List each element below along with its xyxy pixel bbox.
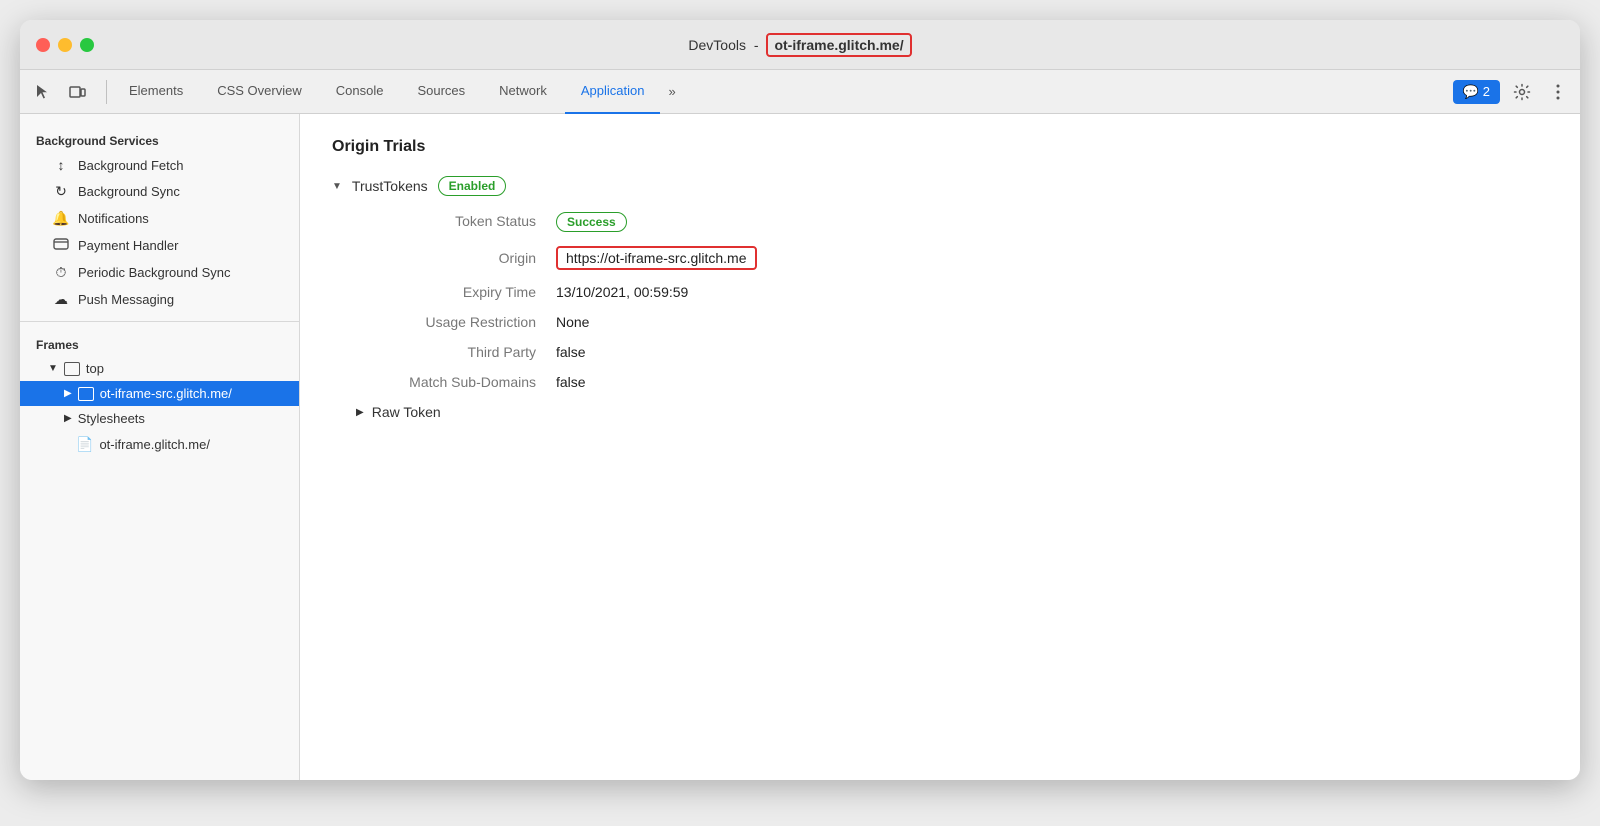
frame-ot-arrow: ▶ xyxy=(64,388,72,399)
tab-sources[interactable]: Sources xyxy=(401,70,481,114)
sidebar-item-background-fetch[interactable]: ↕ Background Fetch xyxy=(20,152,299,178)
frame-top[interactable]: ▼ top xyxy=(20,356,299,381)
close-button[interactable] xyxy=(36,38,50,52)
sidebar-item-label: Background Fetch xyxy=(78,158,184,173)
messages-button[interactable]: 💬 2 xyxy=(1453,80,1500,104)
sidebar-divider xyxy=(20,321,299,322)
third-party-label: Third Party xyxy=(356,344,556,360)
tab-network[interactable]: Network xyxy=(483,70,563,114)
device-tool-button[interactable] xyxy=(62,77,92,107)
periodic-sync-icon: ⏱ xyxy=(52,264,70,281)
sidebar-item-payment-handler[interactable]: Payment Handler xyxy=(20,232,299,259)
sidebar-item-label: Push Messaging xyxy=(78,292,174,307)
toolbar-right: 💬 2 xyxy=(1453,78,1572,106)
frame-doc-label: ot-iframe.glitch.me/ xyxy=(99,437,210,452)
payment-handler-icon xyxy=(52,237,70,254)
third-party-value: false xyxy=(556,344,586,360)
app-name: DevTools xyxy=(688,37,746,53)
main-content: Background Services ↕ Background Fetch ↻… xyxy=(20,114,1580,780)
frame-top-arrow: ▼ xyxy=(48,363,58,374)
message-icon: 💬 xyxy=(1463,84,1479,100)
frame-stylesheets-arrow: ▶ xyxy=(64,413,72,424)
sidebar: Background Services ↕ Background Fetch ↻… xyxy=(20,114,300,780)
frames-title: Frames xyxy=(20,330,299,356)
url-highlight: ot-iframe.glitch.me/ xyxy=(766,33,911,57)
raw-token-label: Raw Token xyxy=(372,404,441,420)
enabled-badge: Enabled xyxy=(438,176,507,196)
tab-console[interactable]: Console xyxy=(320,70,400,114)
page-title: Origin Trials xyxy=(332,138,1548,156)
more-options-button[interactable] xyxy=(1544,78,1572,106)
frame-top-label: top xyxy=(86,361,104,376)
frame-ot-icon xyxy=(78,387,94,401)
tab-css-overview[interactable]: CSS Overview xyxy=(201,70,318,114)
message-count: 2 xyxy=(1483,84,1490,99)
sidebar-item-label: Periodic Background Sync xyxy=(78,265,230,280)
background-sync-icon: ↻ xyxy=(52,183,70,200)
cursor-tool-button[interactable] xyxy=(28,77,58,107)
settings-button[interactable] xyxy=(1508,78,1536,106)
tab-application[interactable]: Application xyxy=(565,70,661,114)
background-fetch-icon: ↕ xyxy=(52,157,70,173)
expiry-time-row: Expiry Time 13/10/2021, 00:59:59 xyxy=(356,284,1548,300)
detail-table: Token Status Success Origin https://ot-i… xyxy=(356,212,1548,390)
sidebar-item-periodic-background-sync[interactable]: ⏱ Periodic Background Sync xyxy=(20,259,299,286)
token-status-label: Token Status xyxy=(356,213,556,229)
toolbar: Elements CSS Overview Console Sources Ne… xyxy=(20,70,1580,114)
origin-row: Origin https://ot-iframe-src.glitch.me xyxy=(356,246,1548,270)
sidebar-item-background-sync[interactable]: ↻ Background Sync xyxy=(20,178,299,205)
window-title: DevTools - ot-iframe.glitch.me/ xyxy=(688,33,911,57)
usage-restriction-value: None xyxy=(556,314,589,330)
match-subdomains-label: Match Sub-Domains xyxy=(356,374,556,390)
origin-label: Origin xyxy=(356,250,556,266)
toolbar-icons xyxy=(28,77,92,107)
notifications-icon: 🔔 xyxy=(52,210,70,227)
expiry-time-label: Expiry Time xyxy=(356,284,556,300)
sidebar-item-label: Payment Handler xyxy=(78,238,178,253)
toolbar-tabs: Elements CSS Overview Console Sources Ne… xyxy=(113,70,1453,114)
background-services-title: Background Services xyxy=(20,126,299,152)
sidebar-item-label: Notifications xyxy=(78,211,149,226)
match-subdomains-value: false xyxy=(556,374,586,390)
raw-token-arrow[interactable]: ▶ xyxy=(356,407,364,418)
origin-value: https://ot-iframe-src.glitch.me xyxy=(556,246,757,270)
minimize-button[interactable] xyxy=(58,38,72,52)
push-messaging-icon: ☁ xyxy=(52,291,70,308)
sidebar-item-push-messaging[interactable]: ☁ Push Messaging xyxy=(20,286,299,313)
sidebar-item-notifications[interactable]: 🔔 Notifications xyxy=(20,205,299,232)
usage-restriction-row: Usage Restriction None xyxy=(356,314,1548,330)
section-collapse-arrow[interactable]: ▼ xyxy=(332,181,342,192)
section-header: ▼ TrustTokens Enabled xyxy=(332,176,1548,196)
usage-restriction-label: Usage Restriction xyxy=(356,314,556,330)
frame-stylesheets-label: Stylesheets xyxy=(78,411,145,426)
token-status-row: Token Status Success xyxy=(356,212,1548,232)
maximize-button[interactable] xyxy=(80,38,94,52)
raw-token-row: ▶ Raw Token xyxy=(356,404,1548,420)
frame-top-icon xyxy=(64,362,80,376)
doc-icon: 📄 xyxy=(76,436,93,453)
token-status-value: Success xyxy=(556,212,627,232)
third-party-row: Third Party false xyxy=(356,344,1548,360)
frame-ot-label: ot-iframe-src.glitch.me/ xyxy=(100,386,232,401)
section-name: TrustTokens xyxy=(352,178,428,194)
frame-stylesheets[interactable]: ▶ Stylesheets xyxy=(20,406,299,431)
expiry-time-value: 13/10/2021, 00:59:59 xyxy=(556,284,688,300)
more-tabs-button[interactable]: » xyxy=(662,80,681,103)
tab-elements[interactable]: Elements xyxy=(113,70,199,114)
frame-ot-iframe-src[interactable]: ▶ ot-iframe-src.glitch.me/ xyxy=(20,381,299,406)
sidebar-item-label: Background Sync xyxy=(78,184,180,199)
traffic-lights xyxy=(36,38,94,52)
devtools-window: DevTools - ot-iframe.glitch.me/ Elements… xyxy=(20,20,1580,780)
frame-ot-iframe-doc[interactable]: 📄 ot-iframe.glitch.me/ xyxy=(20,431,299,458)
match-subdomains-row: Match Sub-Domains false xyxy=(356,374,1548,390)
titlebar: DevTools - ot-iframe.glitch.me/ xyxy=(20,20,1580,70)
toolbar-divider xyxy=(106,80,107,104)
content-area: Origin Trials ▼ TrustTokens Enabled Toke… xyxy=(300,114,1580,780)
